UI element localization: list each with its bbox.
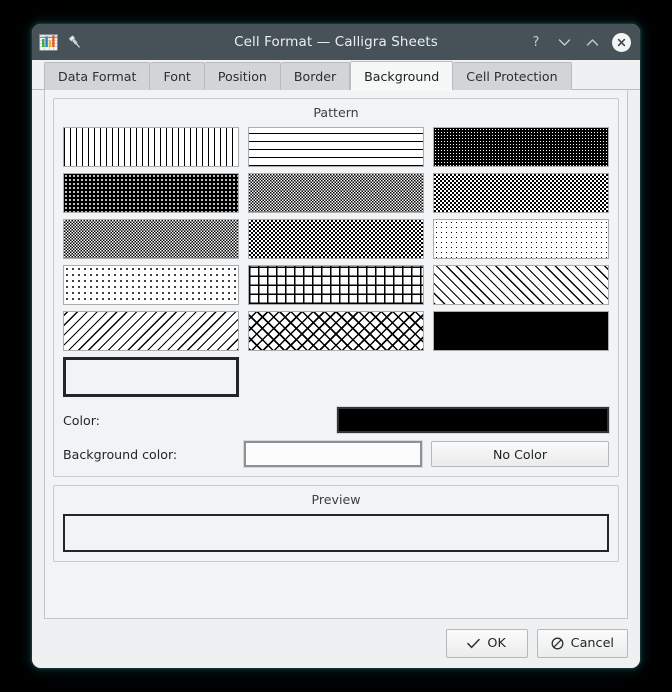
pattern-dense-dots-on-black[interactable] <box>433 127 609 167</box>
pattern-dense-checker-dark[interactable] <box>248 173 424 213</box>
title-bar-left-icons <box>39 33 83 52</box>
preview-area <box>63 514 609 552</box>
screen: Cell Format — Calligra Sheets ? <box>0 0 672 692</box>
window-controls: ? <box>528 24 631 60</box>
maximize-button[interactable] <box>584 34 600 50</box>
cancel-button[interactable]: Cancel <box>537 629 628 658</box>
pattern-grid-cross[interactable] <box>248 265 424 305</box>
preview-group: Preview <box>53 485 619 562</box>
tab-font[interactable]: Font <box>150 62 204 90</box>
dialog-body: Pattern Color: Background color: <box>32 90 640 668</box>
svg-text:?: ? <box>533 35 540 49</box>
pattern-horizontal-lines[interactable] <box>248 127 424 167</box>
background-color-label: Background color: <box>63 447 177 462</box>
no-color-button[interactable]: No Color <box>431 441 609 467</box>
close-button[interactable] <box>612 33 631 52</box>
pattern-none[interactable] <box>63 357 239 397</box>
pattern-sparse-dots-fill <box>434 220 608 258</box>
pattern-diagonal-cross-hatch-fill <box>249 312 423 350</box>
pattern-diagonal-backward[interactable] <box>63 311 239 351</box>
tab-position[interactable]: Position <box>205 62 281 90</box>
pattern-checker-medium[interactable] <box>63 219 239 259</box>
pattern-dots-on-black-fill <box>64 174 238 212</box>
tab-data-format[interactable]: Data Format <box>44 62 150 90</box>
background-tab-pane: Pattern Color: Background color: <box>44 90 628 619</box>
pattern-grid-cross-fill <box>249 266 423 304</box>
pattern-checker-light-fill <box>249 220 423 258</box>
minimize-button[interactable] <box>556 34 572 50</box>
pattern-vertical-lines[interactable] <box>63 127 239 167</box>
pattern-solid-black[interactable] <box>433 311 609 351</box>
ok-button-label: OK <box>487 636 505 651</box>
color-label: Color: <box>63 413 100 428</box>
color-fields: Color: Background color: No Color <box>63 407 609 467</box>
pattern-checker-medium-dark[interactable] <box>433 173 609 213</box>
pattern-checker-medium-fill <box>64 220 238 258</box>
tab-bar: Data Format Font Position Border Backgro… <box>32 60 640 90</box>
preview-group-title: Preview <box>63 492 609 507</box>
pattern-horizontal-lines-fill <box>249 128 423 166</box>
title-bar[interactable]: Cell Format — Calligra Sheets ? <box>32 24 640 60</box>
color-row: Color: <box>63 407 609 433</box>
pattern-fine-dots[interactable] <box>63 265 239 305</box>
color-swatch-button[interactable] <box>337 407 609 433</box>
pattern-fine-dots-fill <box>64 266 238 304</box>
pattern-diagonal-cross-hatch[interactable] <box>248 311 424 351</box>
pattern-checker-medium-dark-fill <box>434 174 608 212</box>
pattern-solid-black-fill <box>434 312 608 350</box>
pattern-group: Pattern Color: Background color: <box>53 98 619 477</box>
check-icon <box>467 638 480 649</box>
background-color-row: Background color: No Color <box>63 441 609 467</box>
calligra-sheets-icon <box>39 33 58 52</box>
pattern-diagonal-backward-fill <box>64 312 238 350</box>
pattern-dense-dots-on-black-fill <box>434 128 608 166</box>
no-entry-icon <box>551 637 564 650</box>
pattern-none-fill <box>66 360 236 394</box>
tab-border[interactable]: Border <box>281 62 350 90</box>
tab-background[interactable]: Background <box>350 61 453 90</box>
pattern-diagonal-forward[interactable] <box>433 265 609 305</box>
help-button[interactable]: ? <box>528 34 544 50</box>
pattern-sparse-dots[interactable] <box>433 219 609 259</box>
pattern-group-title: Pattern <box>63 105 609 120</box>
dialog-button-bar: OK Cancel <box>44 619 628 658</box>
pushpin-icon[interactable] <box>67 34 83 50</box>
ok-button[interactable]: OK <box>446 629 528 658</box>
pattern-diagonal-forward-fill <box>434 266 608 304</box>
tab-cell-protection[interactable]: Cell Protection <box>453 62 571 90</box>
cell-format-dialog: Cell Format — Calligra Sheets ? <box>32 24 640 668</box>
pattern-checker-light[interactable] <box>248 219 424 259</box>
cancel-button-label: Cancel <box>571 636 614 651</box>
pattern-dots-on-black[interactable] <box>63 173 239 213</box>
pattern-grid <box>63 127 609 397</box>
pattern-vertical-lines-fill <box>64 128 238 166</box>
background-color-swatch-button[interactable] <box>244 441 422 467</box>
pattern-dense-checker-dark-fill <box>249 174 423 212</box>
